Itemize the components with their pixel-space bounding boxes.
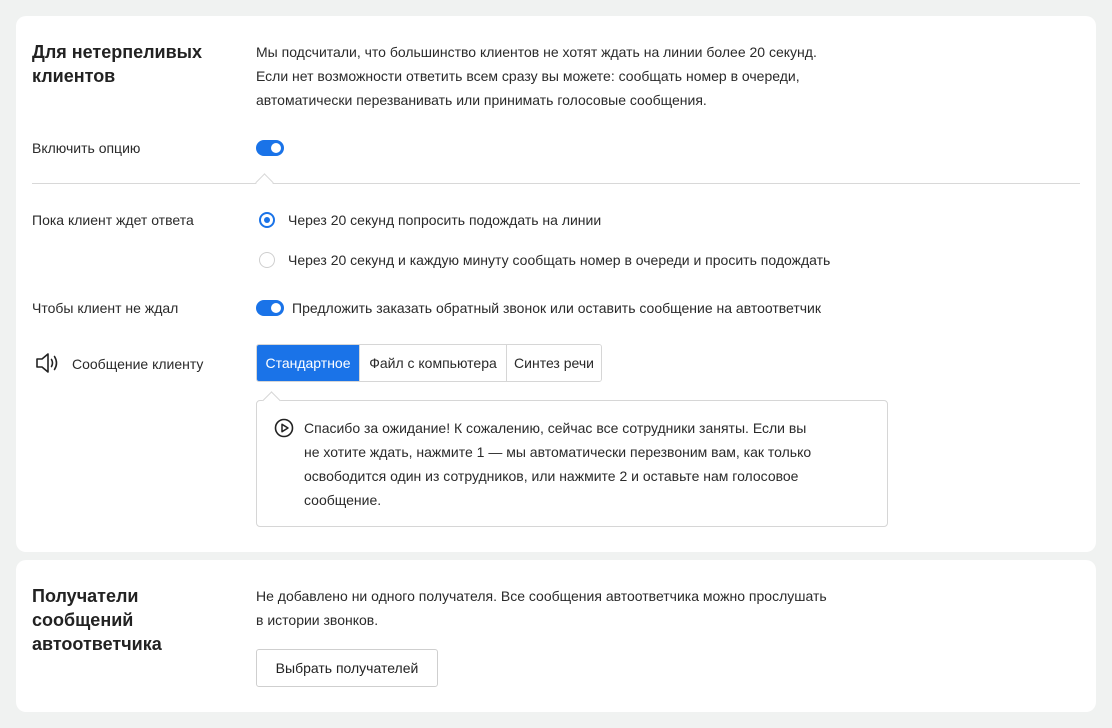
callback-toggle-label[interactable]: Предложить заказать обратный звонок или … bbox=[292, 296, 821, 320]
radio-ask-wait-label[interactable]: Через 20 секунд попросить подождать на л… bbox=[288, 208, 601, 232]
radio-ask-wait[interactable] bbox=[259, 212, 275, 228]
message-source-tabs: Стандартное Файл с компьютера Синтез реч… bbox=[256, 344, 602, 382]
enable-option-label: Включить опцию bbox=[32, 140, 141, 156]
recipients-title: Получатели сообщений автоответчика bbox=[32, 586, 162, 654]
speaker-icon bbox=[36, 353, 58, 373]
impatient-clients-card: Для нетерпеливых клиентов Мы подсчитали,… bbox=[16, 16, 1096, 552]
enable-option-toggle[interactable] bbox=[256, 140, 284, 156]
select-recipients-button[interactable]: Выбрать получателей bbox=[256, 649, 438, 687]
divider-notch bbox=[255, 173, 274, 192]
section-description: Мы подсчитали, что большинство клиентов … bbox=[256, 44, 817, 108]
radio-queue-number[interactable] bbox=[259, 252, 275, 268]
message-preview-box: Спасибо за ожидание! К сожалению, сейчас… bbox=[256, 391, 888, 527]
message-text: Спасибо за ожидание! К сожалению, сейчас… bbox=[304, 420, 812, 508]
message-label: Сообщение клиенту bbox=[72, 356, 204, 372]
radio-queue-number-label[interactable]: Через 20 секунд и каждую минуту сообщать… bbox=[288, 248, 830, 272]
tab-speech-synthesis[interactable]: Синтез речи bbox=[506, 345, 601, 381]
waiting-label: Пока клиент ждет ответа bbox=[32, 212, 194, 228]
no-wait-label: Чтобы клиент не ждал bbox=[32, 300, 179, 316]
callback-toggle[interactable] bbox=[256, 300, 284, 316]
recipients-description: Не добавлено ни одного получателя. Все с… bbox=[256, 588, 827, 628]
section-title: Для нетерпеливых клиентов bbox=[32, 42, 203, 86]
divider bbox=[32, 183, 1080, 184]
play-icon[interactable] bbox=[274, 418, 294, 438]
recipients-card: Получатели сообщений автоответчика Не до… bbox=[16, 560, 1096, 712]
message-box-notch bbox=[262, 391, 281, 410]
tab-standard[interactable]: Стандартное bbox=[257, 345, 359, 381]
tab-file-from-computer[interactable]: Файл с компьютера bbox=[359, 345, 506, 381]
